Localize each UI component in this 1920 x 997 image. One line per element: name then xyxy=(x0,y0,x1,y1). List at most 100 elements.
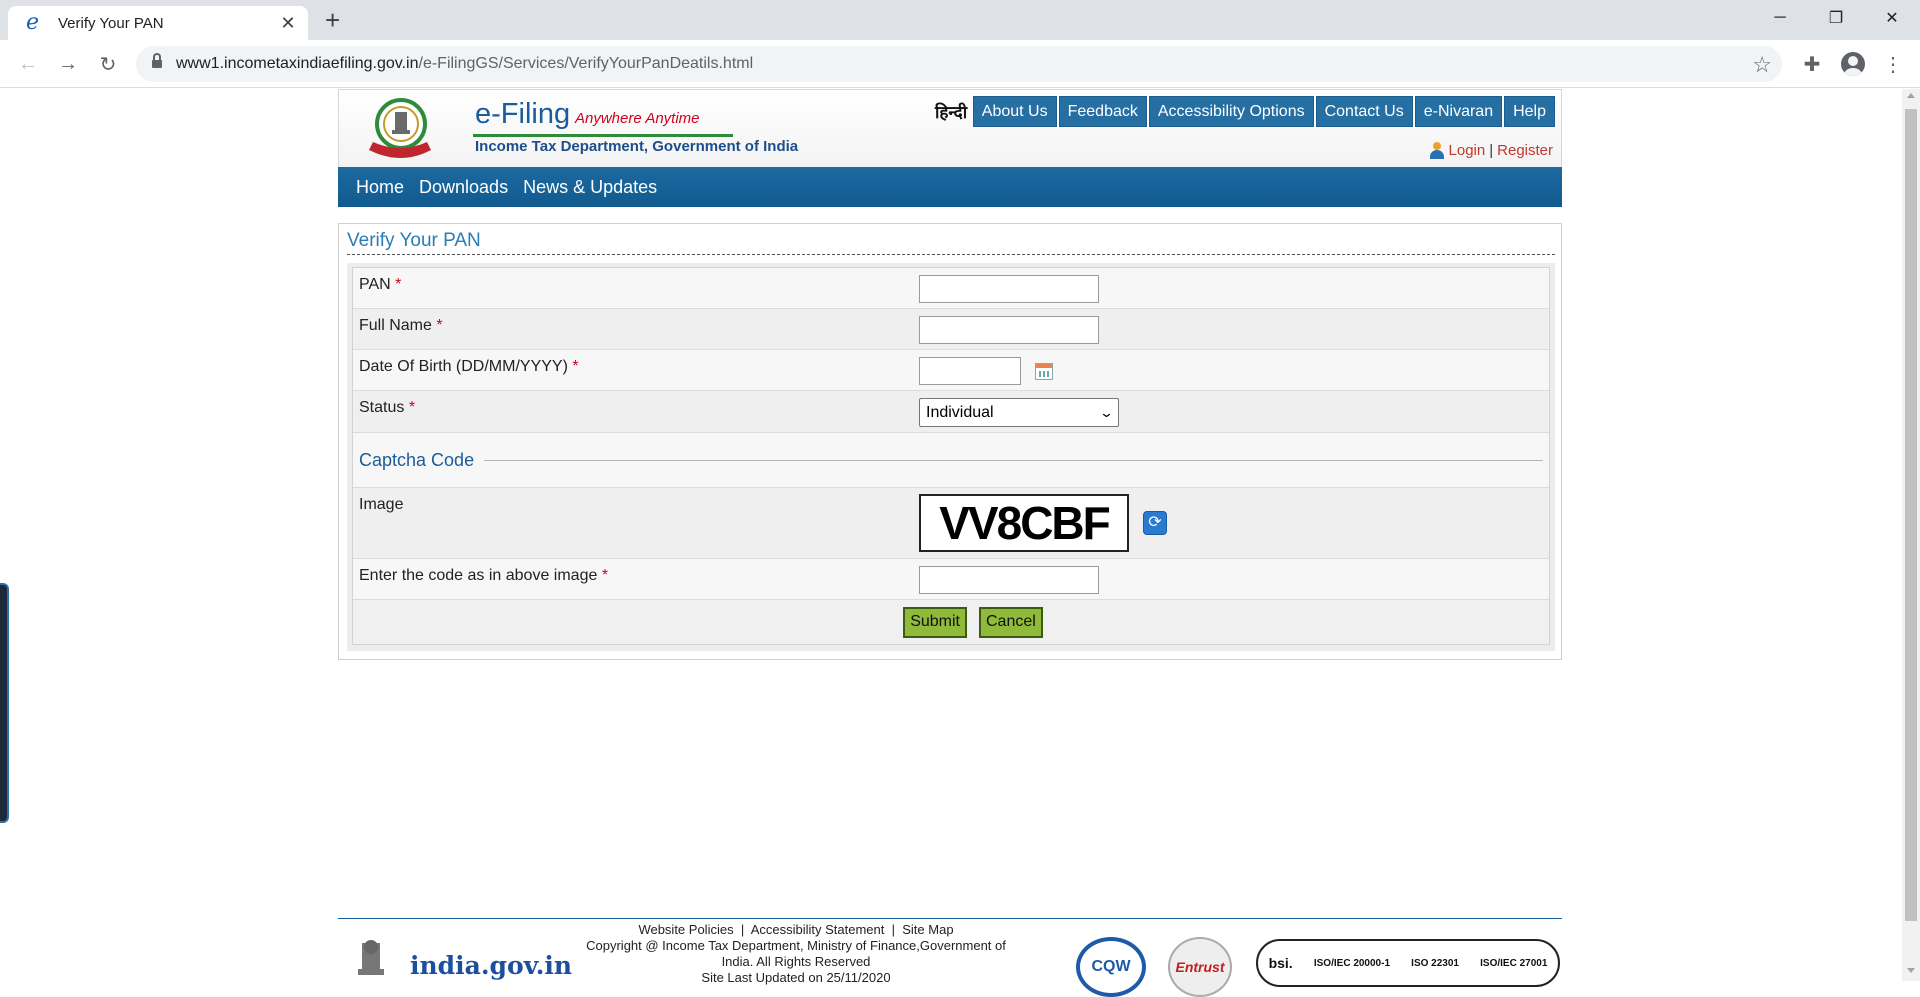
register-link[interactable]: Register xyxy=(1497,142,1553,159)
browser-menu-icon[interactable]: ⋮ xyxy=(1878,50,1908,78)
main-nav-news-updates[interactable]: News & Updates xyxy=(523,177,657,198)
form-wrapper: PAN * Full Name * Date Of Birth (DD/MM/Y… xyxy=(347,263,1555,651)
extensions-puzzle-icon[interactable]: ✚ xyxy=(1797,50,1827,78)
captcha-entry-label: Enter the code as in above image * xyxy=(359,567,609,584)
browser-tabstrip: e Verify Your PAN ✕ + ─ ❐ ✕ xyxy=(0,0,1920,40)
captcha-image: VV8CBF xyxy=(919,494,1129,552)
auth-links: Login | Register xyxy=(1429,142,1553,159)
site-container: e-Filing Anywhere Anytime Income Tax Dep… xyxy=(338,89,1562,660)
required-marker: * xyxy=(395,276,402,293)
top-nav-about-us[interactable]: About Us xyxy=(972,96,1057,127)
tab-close-icon[interactable]: ✕ xyxy=(278,13,298,34)
captcha-image-row: Image VV8CBF ⟳ xyxy=(353,488,1549,559)
status-row: Status * Individual ⌄ xyxy=(353,391,1549,433)
footer-copyright: Copyright @ Income Tax Department, Minis… xyxy=(586,938,1006,969)
address-bar[interactable]: www1.incometaxindiaefiling.gov.in/e-Fili… xyxy=(136,46,1782,82)
required-marker: * xyxy=(572,358,579,375)
login-link[interactable]: Login xyxy=(1449,142,1486,159)
required-marker: * xyxy=(408,399,416,416)
pan-label: PAN * xyxy=(359,276,402,293)
auth-separator: | xyxy=(1489,142,1494,159)
forward-arrow-icon[interactable]: → xyxy=(54,50,82,78)
side-feedback-tab[interactable] xyxy=(0,583,9,823)
captcha-input[interactable] xyxy=(919,566,1099,594)
logo-tagline: Anywhere Anytime xyxy=(575,110,700,127)
bookmark-star-icon[interactable]: ☆ xyxy=(1752,52,1772,78)
iso-certification-badges: bsi. ISO/IEC 20000-1 ISO 22301 ISO/IEC 2… xyxy=(1256,939,1560,987)
top-nav-accessibility-options[interactable]: Accessibility Options xyxy=(1148,96,1314,127)
reload-icon[interactable]: ↻ xyxy=(94,50,122,78)
top-nav-feedback[interactable]: Feedback xyxy=(1058,96,1147,127)
cancel-button[interactable]: Cancel xyxy=(978,606,1043,638)
india-gov-logo[interactable]: india.gov.in xyxy=(410,951,572,980)
status-select[interactable]: Individual ⌄ xyxy=(919,398,1119,427)
url-path: /e-FilingGS/Services/VerifyYourPanDeatil… xyxy=(418,55,754,72)
chevron-down-icon: ⌄ xyxy=(1098,404,1115,420)
status-selected-value: Individual xyxy=(926,403,994,421)
hindi-language-link[interactable]: हिन्दी xyxy=(935,100,967,123)
required-marker: * xyxy=(601,567,609,584)
main-nav-downloads[interactable]: Downloads xyxy=(419,177,508,198)
full-name-input[interactable] xyxy=(919,316,1099,344)
main-nav-home[interactable]: Home xyxy=(356,177,404,198)
calendar-icon[interactable] xyxy=(1035,362,1053,380)
scroll-down-arrow-icon[interactable] xyxy=(1907,968,1915,973)
page-title: Verify Your PAN xyxy=(347,230,1555,255)
top-nav-e-nivaran[interactable]: e-Nivaran xyxy=(1414,96,1503,127)
footer-link-accessibility-statement[interactable]: Accessibility Statement xyxy=(751,922,885,937)
tab-title: Verify Your PAN xyxy=(58,14,164,32)
captcha-heading: Captcha Code xyxy=(359,449,475,470)
full-name-label: Full Name * xyxy=(359,317,443,334)
entrust-badge: Entrust xyxy=(1168,937,1232,997)
dob-input[interactable] xyxy=(919,357,1021,385)
footer-link-site-map[interactable]: Site Map xyxy=(902,922,953,937)
captcha-divider xyxy=(484,459,1543,461)
scroll-up-arrow-icon[interactable] xyxy=(1907,93,1915,98)
footer-text: Website Policies | Accessibility Stateme… xyxy=(586,922,1006,985)
logo-underline xyxy=(473,134,733,137)
top-nav-help[interactable]: Help xyxy=(1504,96,1555,127)
ie-favicon-icon: e xyxy=(26,10,40,35)
user-icon xyxy=(1429,142,1445,159)
top-nav-contact-us[interactable]: Contact Us xyxy=(1315,96,1413,127)
submit-button[interactable]: Submit xyxy=(903,606,967,638)
efiling-logo: e-Filing xyxy=(475,98,571,130)
verify-pan-panel: Verify Your PAN PAN * Full Name * Date O… xyxy=(338,223,1562,660)
restore-icon[interactable]: ❐ xyxy=(1808,0,1864,36)
cqw-certification-badge: CQW xyxy=(1076,937,1146,997)
logo-subtitle: Income Tax Department, Government of Ind… xyxy=(475,138,799,155)
form-actions: Submit Cancel xyxy=(353,600,1549,644)
site-header: e-Filing Anywhere Anytime Income Tax Dep… xyxy=(338,89,1562,167)
pan-row: PAN * xyxy=(353,268,1549,309)
dob-row: Date Of Birth (DD/MM/YYYY) * xyxy=(353,350,1549,391)
captcha-entry-row: Enter the code as in above image * xyxy=(353,559,1549,600)
national-emblem-icon xyxy=(358,940,384,975)
required-marker: * xyxy=(436,317,443,334)
page-scrollbar[interactable] xyxy=(1902,89,1920,981)
income-tax-emblem-icon xyxy=(369,98,431,158)
site-footer: india.gov.in Website Policies | Accessib… xyxy=(338,918,1562,997)
footer-link-website-policies[interactable]: Website Policies xyxy=(638,922,733,937)
browser-toolbar: ← → ↻ www1.incometaxindiaefiling.gov.in /… xyxy=(0,40,1920,88)
dob-label: Date Of Birth (DD/MM/YYYY) * xyxy=(359,358,579,375)
captcha-image-label: Image xyxy=(359,496,404,513)
full-name-row: Full Name * xyxy=(353,309,1549,350)
status-label: Status * xyxy=(359,399,416,416)
window-close-icon[interactable]: ✕ xyxy=(1864,0,1920,36)
verify-pan-form: PAN * Full Name * Date Of Birth (DD/MM/Y… xyxy=(352,267,1550,645)
new-tab-button[interactable]: + xyxy=(325,6,340,34)
footer-updated: Site Last Updated on 25/11/2020 xyxy=(701,970,891,985)
main-nav: Home Downloads News & Updates xyxy=(338,167,1562,207)
back-arrow-icon[interactable]: ← xyxy=(14,50,42,78)
lock-icon xyxy=(152,53,162,70)
browser-tab[interactable]: e Verify Your PAN ✕ xyxy=(8,6,308,40)
captcha-section-header: Captcha Code xyxy=(353,433,1549,488)
window-controls: ─ ❐ ✕ xyxy=(1752,0,1920,36)
minimize-icon[interactable]: ─ xyxy=(1752,0,1808,36)
profile-avatar-icon[interactable] xyxy=(1838,50,1868,78)
url-host: www1.incometaxindiaefiling.gov.in xyxy=(176,55,419,72)
scroll-thumb[interactable] xyxy=(1905,109,1917,921)
pan-input[interactable] xyxy=(919,275,1099,303)
captcha-refresh-icon[interactable]: ⟳ xyxy=(1143,511,1167,535)
top-nav: About Us Feedback Accessibility Options … xyxy=(972,96,1555,127)
